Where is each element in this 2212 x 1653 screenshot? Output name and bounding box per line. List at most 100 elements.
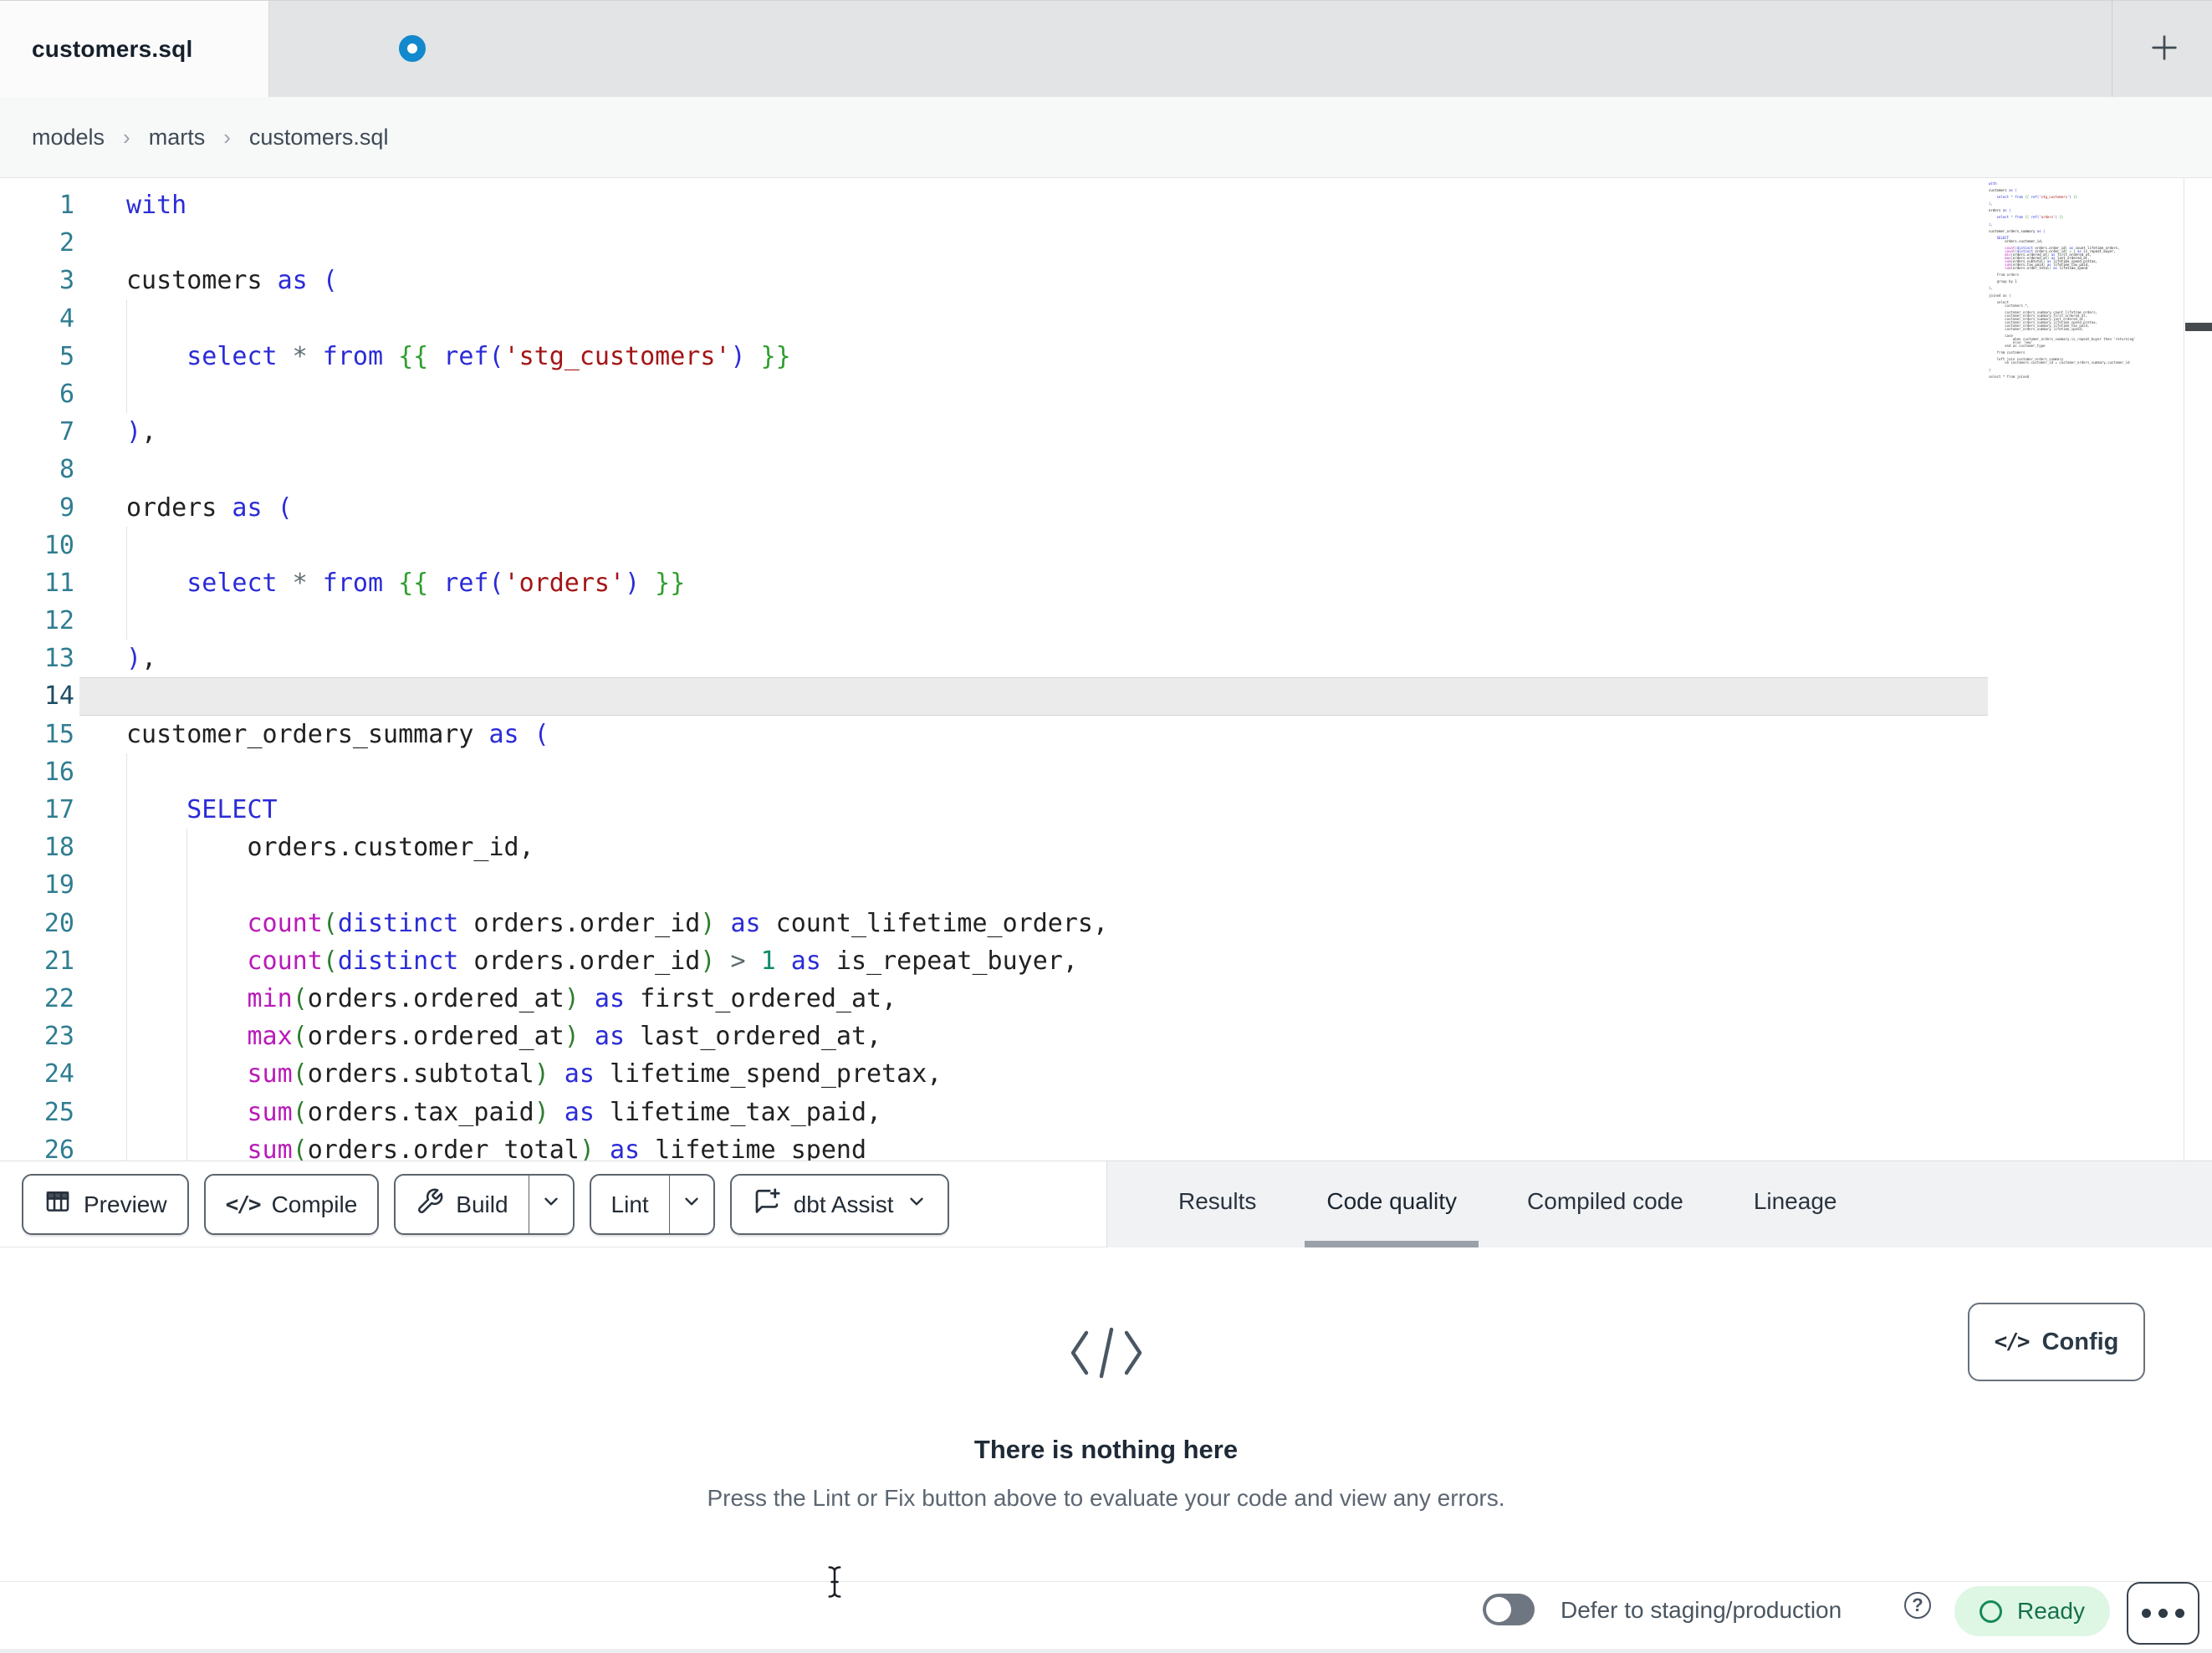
dot: [2175, 1609, 2184, 1618]
editor-scrollbar-marker[interactable]: [2185, 323, 2212, 331]
code-line[interactable]: 26 sum(orders.order_total) as lifetime_s…: [0, 1130, 2212, 1161]
code-editor[interactable]: 1 with 2 3 customers as (4 5 select * from {{…: [0, 178, 2212, 1161]
code-line[interactable]: 12: [0, 602, 2212, 640]
line-number: 4: [59, 304, 74, 334]
line-number: 16: [43, 757, 74, 787]
panel-tab-code-quality[interactable]: Code quality: [1305, 1161, 1479, 1247]
code-text: sum(orders.tax_paid) as lifetime_tax_pai…: [247, 1097, 882, 1127]
code-line[interactable]: 7),: [0, 413, 2212, 451]
code-line[interactable]: 24 sum(orders.subtotal) as lifetime_spen…: [0, 1055, 2212, 1094]
chevron-down-icon: [906, 1191, 927, 1218]
new-tab-button[interactable]: [2141, 26, 2188, 73]
code-line[interactable]: 5 select * from {{ ref('stg_customers') …: [0, 337, 2212, 375]
code-text: customers as (: [126, 266, 338, 296]
code-line[interactable]: 9 orders as (: [0, 489, 2212, 527]
code-line[interactable]: 2: [0, 224, 2212, 262]
preview-label: Preview: [84, 1191, 167, 1217]
line-number: 11: [43, 568, 74, 598]
code-text: max(orders.ordered_at) as last_ordered_a…: [247, 1022, 882, 1052]
assist-chat-icon: [752, 1186, 782, 1222]
code-text: ),: [126, 644, 157, 674]
code-line[interactable]: 22 min(orders.ordered_at) as first_order…: [0, 979, 2212, 1018]
code-text: SELECT: [126, 795, 278, 824]
table-icon: [43, 1187, 72, 1222]
panel-tab-lineage[interactable]: Lineage: [1732, 1161, 1859, 1247]
code-brackets-large-icon: [1065, 1327, 1148, 1385]
line-number: 22: [43, 983, 74, 1013]
build-dropdown-button[interactable]: [529, 1176, 573, 1233]
panel-tab-results[interactable]: Results: [1157, 1161, 1278, 1247]
lint-split-button: Lint: [589, 1174, 715, 1235]
ready-label: Ready: [2017, 1598, 2085, 1624]
code-line[interactable]: 10: [0, 526, 2212, 564]
line-number: 9: [59, 492, 74, 523]
dot: [2142, 1609, 2151, 1618]
ready-status-icon: [1980, 1599, 2002, 1623]
code-line[interactable]: 3 customers as (: [0, 262, 2212, 299]
defer-label: Defer to staging/production: [1561, 1597, 1842, 1623]
code-line[interactable]: 6: [0, 375, 2212, 414]
code-line[interactable]: 21 count(distinct orders.order_id) > 1 a…: [0, 941, 2212, 980]
line-number: 12: [43, 606, 74, 636]
code-line[interactable]: 16: [0, 753, 2212, 791]
dbt-assist-button[interactable]: dbt Assist: [729, 1174, 949, 1235]
preview-button[interactable]: Preview: [22, 1174, 189, 1235]
code-text: sum(orders.subtotal) as lifetime_spend_p…: [247, 1059, 943, 1089]
status-badge: Ready: [1954, 1586, 2110, 1636]
plus-icon: [2148, 31, 2181, 69]
code-brackets-icon: </>: [1994, 1329, 2031, 1355]
breadcrumb-marts[interactable]: marts: [149, 125, 206, 151]
code-text: orders.customer_id,: [126, 833, 534, 863]
breadcrumb: models › marts › customers.sql: [32, 97, 388, 177]
code-quality-panel: There is nothing here Press the Lint or …: [0, 1248, 2212, 1581]
tab-bar: customers.sql: [0, 0, 2212, 98]
panel-tab-compiled-code[interactable]: Compiled code: [1505, 1161, 1705, 1247]
code-line[interactable]: 20 count(distinct orders.order_id) as co…: [0, 904, 2212, 942]
code-line[interactable]: 25 sum(orders.tax_paid) as lifetime_tax_…: [0, 1093, 2212, 1131]
breadcrumb-separator: ›: [123, 124, 130, 150]
chevron-down-icon: [540, 1191, 562, 1218]
build-label: Build: [456, 1191, 508, 1217]
breadcrumb-models[interactable]: models: [32, 125, 105, 151]
lint-button[interactable]: Lint: [591, 1176, 669, 1233]
code-line[interactable]: 23 max(orders.ordered_at) as last_ordere…: [0, 1018, 2212, 1056]
file-tab-customers-sql[interactable]: customers.sql: [0, 1, 269, 98]
line-number: 23: [43, 1022, 74, 1052]
config-label: Config: [2041, 1328, 2119, 1355]
indent-guide: [126, 375, 127, 414]
code-text: sum(orders.order_total) as lifetime_spen…: [247, 1135, 867, 1161]
line-number: 21: [43, 946, 74, 976]
line-number: 17: [43, 795, 74, 824]
code-line[interactable]: 15 customer_orders_summary as (: [0, 716, 2212, 753]
line-number: 13: [43, 644, 74, 674]
code-line[interactable]: 14: [0, 677, 2212, 716]
defer-toggle[interactable]: [1483, 1594, 1535, 1625]
line-number: 1: [59, 191, 74, 220]
compile-label: Compile: [271, 1191, 358, 1217]
code-line[interactable]: 4: [0, 299, 2212, 338]
editor-minimap[interactable]: with customers as ( select * from {{ ref…: [1989, 181, 2174, 379]
code-line[interactable]: 13),: [0, 640, 2212, 677]
code-brackets-icon: </>: [225, 1191, 262, 1217]
config-button[interactable]: </> Config: [1968, 1303, 2145, 1381]
code-line[interactable]: 8: [0, 451, 2212, 488]
code-line[interactable]: 18 orders.customer_id,: [0, 829, 2212, 867]
panel-tabs: Results Code quality Compiled code Lineage: [1107, 1161, 2212, 1247]
build-button[interactable]: Build: [396, 1176, 528, 1233]
empty-state-subtitle: Press the Lint or Fix button above to ev…: [707, 1485, 1505, 1511]
code-line[interactable]: 17 SELECT: [0, 791, 2212, 829]
compile-button[interactable]: </> Compile: [203, 1174, 380, 1235]
lint-dropdown-button[interactable]: [670, 1176, 713, 1233]
help-icon[interactable]: ?: [1904, 1592, 1931, 1619]
code-line[interactable]: 19: [0, 866, 2212, 905]
code-line[interactable]: 1 with: [0, 186, 2212, 224]
code-line[interactable]: 11 select * from {{ ref('orders') }}: [0, 564, 2212, 603]
line-number: 7: [59, 417, 74, 447]
more-options-button[interactable]: [2127, 1582, 2199, 1645]
indent-guide: [126, 526, 127, 564]
dot: [2158, 1609, 2168, 1618]
toolbar-buttons: Preview </> Compile Build Lint dbt Assis…: [22, 1174, 949, 1235]
breadcrumb-file[interactable]: customers.sql: [249, 125, 389, 151]
indent-guide: [126, 753, 127, 791]
editor-toolbar: Preview </> Compile Build Lint dbt Assis…: [0, 1161, 2212, 1247]
